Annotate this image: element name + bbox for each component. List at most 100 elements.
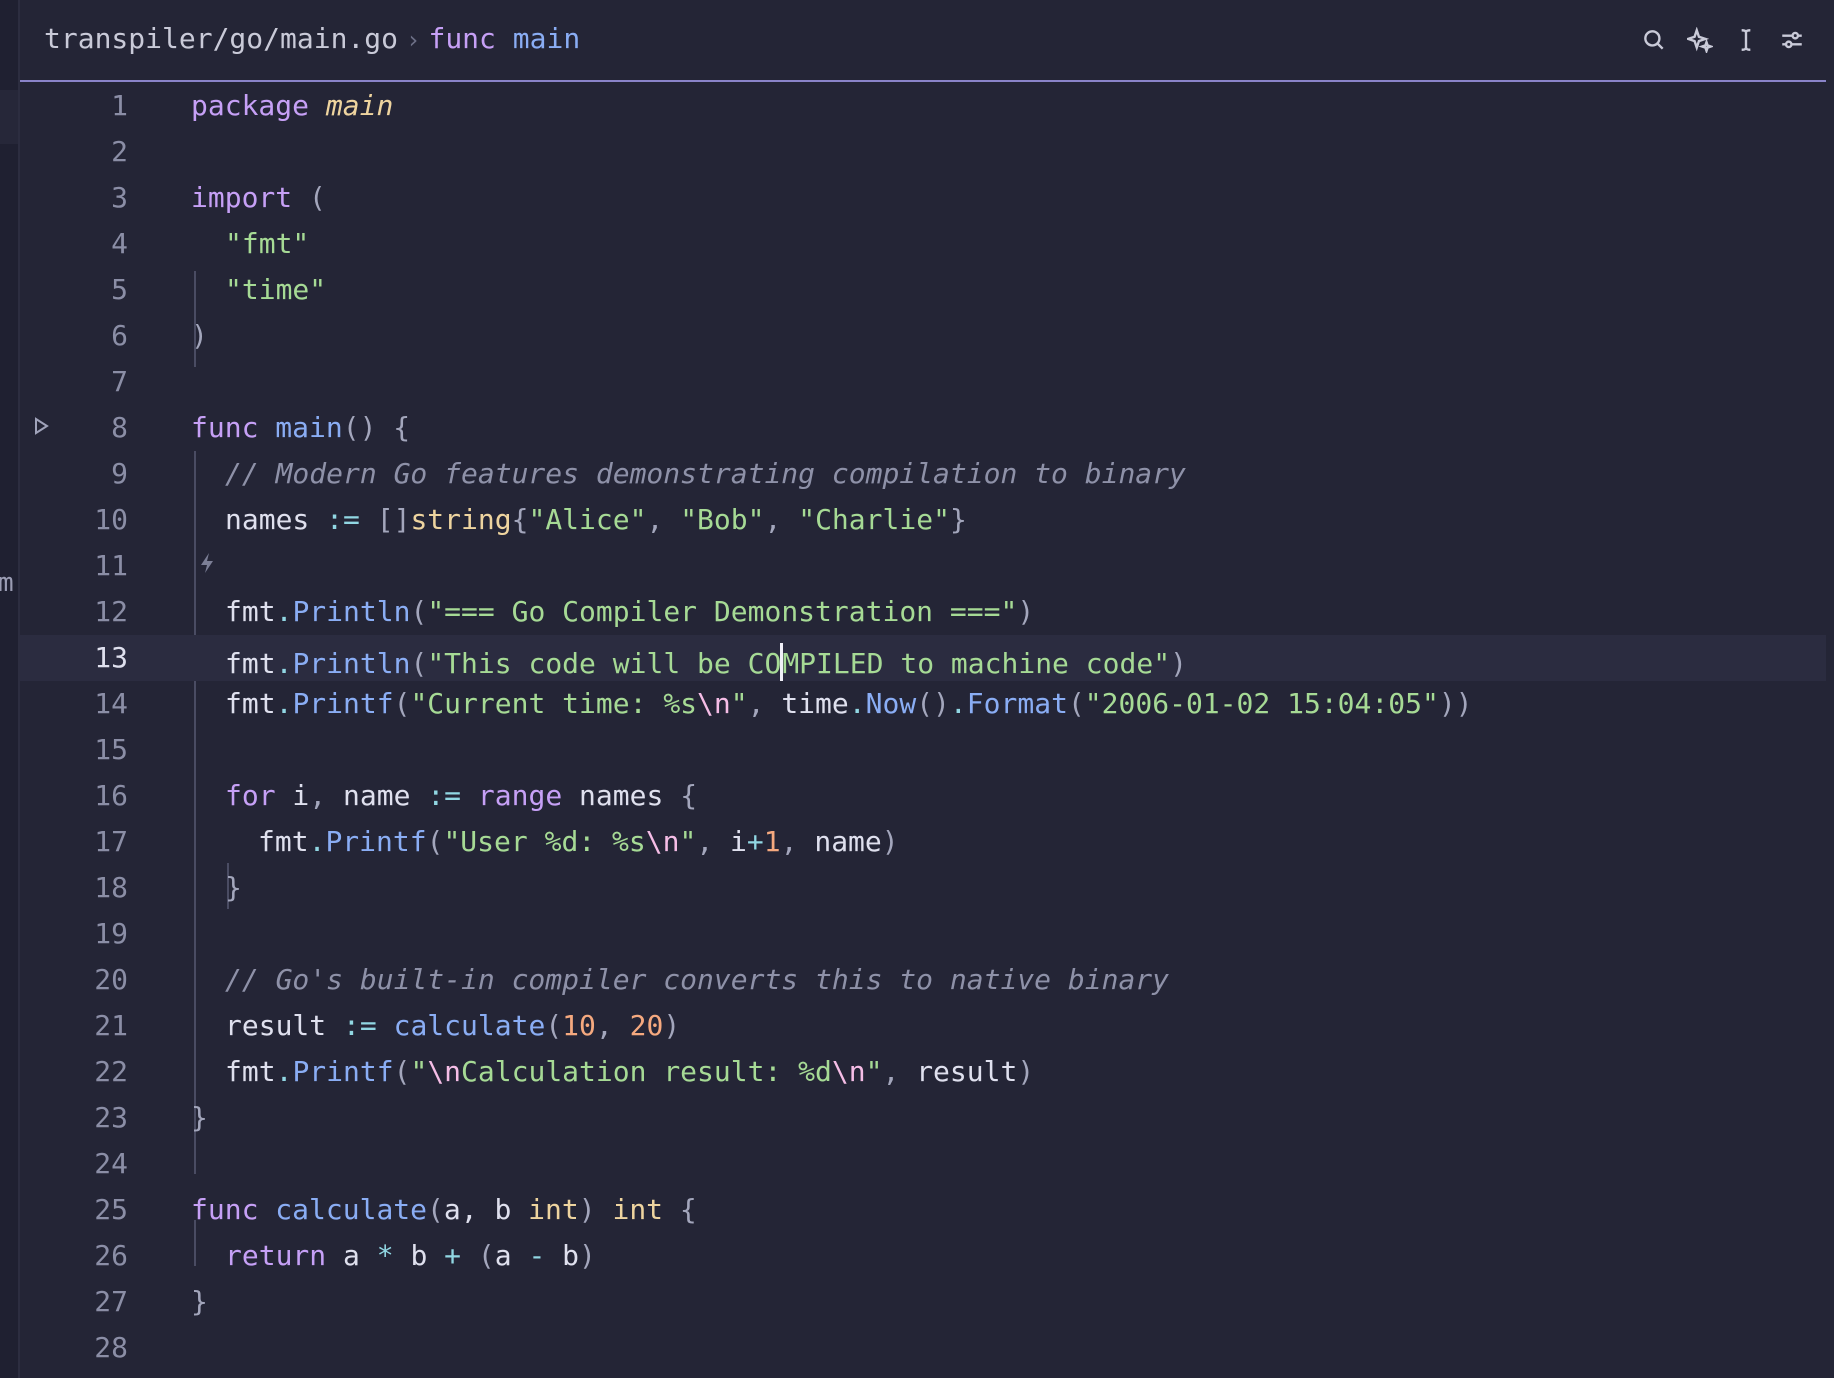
code-line[interactable]: 8 func main() { [20, 405, 1826, 451]
bolt-icon [201, 553, 213, 573]
editor-settings-button[interactable] [1778, 22, 1806, 58]
token-identifier: fmt [225, 687, 276, 720]
sparkle-ai-icon [1687, 27, 1713, 53]
token-function: calculate [376, 1009, 546, 1042]
code-line[interactable]: 25 func calculate(a, b int) int { [20, 1187, 1826, 1233]
token-operator: - [528, 1239, 546, 1272]
text-cursor-icon [1741, 29, 1751, 51]
code-line[interactable]: 24 [20, 1141, 1826, 1187]
code-line[interactable]: 22 fmt.Printf("\nCalculation result: %d\… [20, 1049, 1826, 1095]
code-line[interactable]: 23 } [20, 1095, 1826, 1141]
token-punctuation: ( [545, 1009, 563, 1042]
token-punctuation: , [595, 1009, 630, 1042]
token-string: "Alice" [528, 503, 647, 536]
token-identifier: b [393, 1239, 445, 1272]
token-punctuation: { [680, 779, 698, 812]
code-line[interactable]: 19 [20, 911, 1826, 957]
token-identifier: names [225, 503, 310, 536]
code-line[interactable]: 5 "time" [20, 267, 1826, 313]
token-identifier: i [730, 825, 747, 858]
lightning-bolt-icon[interactable] [198, 551, 216, 581]
token-punctuation: ( [427, 1193, 444, 1226]
code-line[interactable]: 12 fmt.Println("=== Go Compiler Demonstr… [20, 589, 1826, 635]
token-function: Println [292, 647, 411, 680]
token-escape: \n [645, 825, 680, 858]
code-line[interactable]: 6 ) [20, 313, 1826, 359]
token-punctuation: ( [393, 1055, 411, 1088]
token-punctuation: , [747, 687, 782, 720]
assistant-button[interactable] [1686, 22, 1714, 58]
token-string: " [410, 1055, 428, 1088]
code-editor[interactable]: 1 package main 2 3 import ( 4 "fmt" 5 "t… [20, 83, 1826, 1378]
breadcrumb-path[interactable]: transpiler/go/main.go [44, 22, 398, 55]
line-number: 17 [94, 825, 128, 858]
token-string: "Current time: %s [410, 687, 698, 720]
code-line[interactable]: 17 fmt.Printf("User %d: %s\n", i+1, name… [20, 819, 1826, 865]
token-identifier: result [225, 1009, 344, 1042]
code-line[interactable]: 18 } [20, 865, 1826, 911]
token-function: calculate [258, 1193, 428, 1226]
token-string: " [679, 825, 697, 858]
token-identifier: b [545, 1239, 580, 1272]
code-line[interactable]: 20 // Go's built-in compiler converts th… [20, 957, 1826, 1003]
code-line[interactable]: 1 package main [20, 83, 1826, 129]
line-number: 18 [94, 871, 128, 904]
token-package: main [325, 89, 394, 122]
token-punctuation: , [780, 825, 815, 858]
token-keyword: for [225, 779, 276, 812]
token-punctuation: , [882, 1055, 917, 1088]
token-punctuation: , [696, 825, 731, 858]
token-punctuation: { [511, 503, 529, 536]
token-operator: * [376, 1239, 394, 1272]
token-number: 1 [763, 825, 781, 858]
token-punctuation: ( [393, 687, 411, 720]
line-number: 12 [94, 595, 128, 628]
token-string: "User %d: %s [443, 825, 646, 858]
code-line[interactable]: 7 [20, 359, 1826, 405]
token-operator: := [326, 503, 360, 536]
token-operator: := [343, 1009, 377, 1042]
token-function: main [275, 411, 343, 444]
token-operator: . [275, 687, 293, 720]
token-punctuation: ( [426, 825, 444, 858]
code-line-current[interactable]: 13 fmt.Println("This code will be COMPIL… [20, 635, 1826, 681]
token-string: " [730, 687, 748, 720]
code-line[interactable]: 9 // Modern Go features demonstrating co… [20, 451, 1826, 497]
token-operator: + [746, 825, 764, 858]
token-string: "fmt" [225, 227, 310, 260]
token-punctuation: ) [663, 1009, 681, 1042]
token-identifier: result [916, 1055, 1018, 1088]
editor-header: transpiler/go/main.go › func main [20, 0, 1826, 82]
search-button[interactable] [1640, 22, 1668, 58]
code-line[interactable]: 15 [20, 727, 1826, 773]
code-line[interactable]: 21 result := calculate(10, 20) [20, 1003, 1826, 1049]
code-line[interactable]: 27 } [20, 1279, 1826, 1325]
token-type: int [612, 1193, 664, 1226]
cursor-mode-button[interactable] [1732, 22, 1760, 58]
token-string: " [865, 1055, 883, 1088]
code-line[interactable]: 26 return a * b + (a - b) [20, 1233, 1826, 1279]
line-number: 16 [94, 779, 128, 812]
line-number: 1 [111, 89, 128, 122]
token-function: Println [292, 595, 411, 628]
token-punctuation: ( [309, 181, 326, 214]
activity-strip: m [0, 0, 20, 1378]
code-line[interactable]: 11 [20, 543, 1826, 589]
code-line[interactable]: 16 for i, name := range names { [20, 773, 1826, 819]
token-operator: . [275, 1055, 293, 1088]
code-line[interactable]: 14 fmt.Printf("Current time: %s\n", time… [20, 681, 1826, 727]
breadcrumb-symbol-name[interactable]: main [513, 22, 580, 55]
token-string: MPILED to machine code" [782, 647, 1171, 680]
line-number: 9 [111, 457, 128, 490]
token-identifier: a, b [443, 1193, 529, 1226]
code-line[interactable]: 4 "fmt" [20, 221, 1826, 267]
code-line[interactable]: 3 import ( [20, 175, 1826, 221]
token-identifier: fmt [258, 825, 309, 858]
code-line[interactable]: 10 names := []string{"Alice", "Bob", "Ch… [20, 497, 1826, 543]
token-type: string [410, 503, 512, 536]
code-line[interactable]: 28 [20, 1325, 1826, 1371]
code-line[interactable]: 2 [20, 129, 1826, 175]
token-punctuation: ( [410, 595, 428, 628]
line-number: 6 [111, 319, 128, 352]
breadcrumb-symbol-kind[interactable]: func [428, 22, 495, 55]
